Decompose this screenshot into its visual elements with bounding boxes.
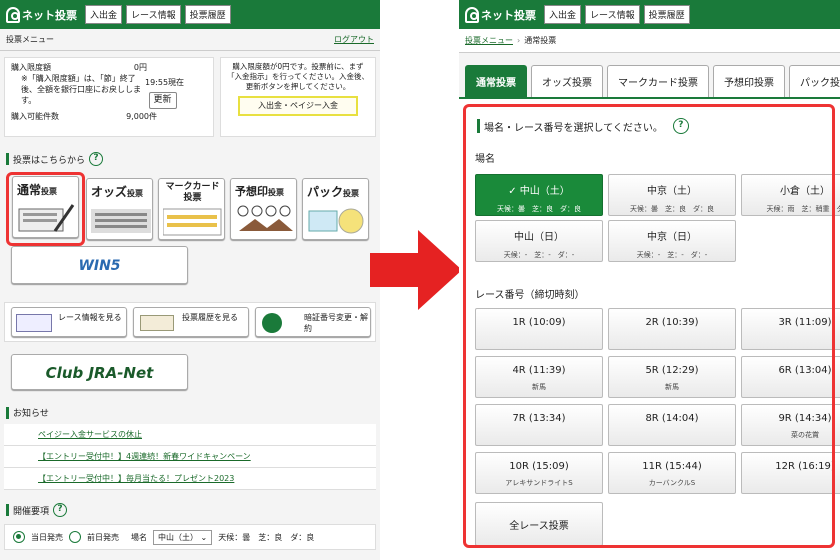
history-button[interactable]: 投票履歴 [643,5,690,24]
normal-vote-highlight [6,172,85,246]
history-link-label: 投票履歴を見る [182,313,238,322]
limit-value: 0円 [133,63,147,72]
club-jra-net-button[interactable]: Club JRA-Net [11,354,188,390]
vote-here-label: 投票はこちらから [13,155,86,166]
markcard-icon [163,208,222,236]
logo-label: ネット投票 [481,8,536,22]
info-text: 購入限度額が0円です。投票前に、まず「入金指示」を行ってください。入金後、更新ボ… [227,62,369,91]
race-table-icon [16,314,52,332]
count-value: 9,000件 [126,112,157,121]
schedule-header: 開催要項 ? [6,503,68,517]
limit-label: 購入限度額 [11,63,51,72]
notice-list: ペイジー入金サービスの休止 【エントリー受付中！】4週連続！新春ワイドキャンペー… [4,424,376,490]
deposit-button[interactable]: 入出金 [85,5,123,24]
notice-header: お知らせ [6,406,49,419]
prediction-marks-icon [237,205,293,231]
venue-select[interactable]: 中山（土） ⌄ [153,529,213,545]
markcard-vote-button[interactable]: マークカード 投票 [158,178,225,240]
menu-bar: 投票メニュー ログアウト [0,29,380,51]
yosoujirushi-vote-button[interactable]: 予想印投票 [230,178,297,240]
race-info-link-label: レース情報を見る [58,313,122,322]
vote-section-header: 投票はこちらから ? [6,152,104,166]
count-label: 購入可能件数 [11,112,59,121]
win5-button[interactable]: WIN5 [11,246,188,284]
left-panel: ネット投票 入出金 レース情報 投票履歴 投票メニュー ログアウト 購入限度額 0… [0,0,380,560]
help-icon[interactable]: ? [53,503,68,517]
notice-link[interactable]: 【エントリー受付中！】4週連続！新春ワイドキャンペーン [38,451,251,462]
club-jra-net-label: Club JRA-Net [45,364,154,382]
header-bar: ネット投票 入出金 レース情報 投票履歴 [0,0,380,29]
tab-normal[interactable]: 通常投票 [465,65,527,97]
section-bar [6,406,9,419]
weather-text: 天候：曇 芝：良 ダ：良 [218,532,315,542]
limit-box: 購入限度額 0円 ※「購入限度額」は、「節」終了後、全額を銀行口座にお戻しします。… [4,57,214,137]
radio-prev[interactable] [69,531,81,543]
limit-note: ※「購入限度額」は、「節」終了後、全額を銀行口座にお戻しします。 [21,74,141,105]
notice-item: 【エントリー受付中！】毎月当たる！プレゼント2023 [4,468,376,490]
radio-today-label: 当日発売 [31,532,63,542]
chevron-right-icon: › [517,36,521,45]
logout-link[interactable]: ログアウト [334,34,374,45]
section-bar [6,504,9,516]
radio-today[interactable] [13,531,25,543]
pack-icon [308,208,364,234]
race-info-button[interactable]: レース情報 [585,5,640,24]
tab-pack[interactable]: パック投票 [789,65,840,97]
breadcrumb-menu-link[interactable]: 投票メニュー [465,35,513,46]
jra-logo[interactable]: ネット投票 [465,6,536,23]
yosoujirushi-vote-title: 予想印投票 [235,185,284,198]
pin-link-label: 暗証番号変更・解約 [304,313,368,333]
section-bar [6,153,9,165]
deposit-payeasy-button[interactable]: 入出金・ペイジー入金 [238,96,358,116]
venue-label: 場名 [131,532,147,542]
tab-odds[interactable]: オッズ投票 [531,65,603,97]
info-box: 購入限度額が0円です。投票前に、まず「入金指示」を行ってください。入金後、更新ボ… [220,57,376,137]
markcard-vote-title: マークカード 投票 [165,182,220,203]
breadcrumb-current: 通常投票 [524,36,557,45]
win5-label: WIN5 [78,258,121,274]
jra-horseshoe-icon [465,6,479,23]
deposit-button[interactable]: 入出金 [544,5,582,24]
notice-link[interactable]: ペイジー入金サービスの休止 [38,429,142,440]
race-info-button[interactable]: レース情報 [126,5,181,24]
right-panel: ネット投票 入出金 レース情報 投票履歴 投票メニュー › 通常投票 通常投票 … [459,0,840,560]
tab-markcard[interactable]: マークカード投票 [607,65,709,97]
ticket-icon [140,315,174,331]
tab-yosoujirushi[interactable]: 予想印投票 [713,65,785,97]
race-info-link-button[interactable]: レース情報を見る [11,307,127,337]
notice-link[interactable]: 【エントリー受付中！】毎月当たる！プレゼント2023 [38,473,234,484]
schedule-title: 開催要項 [13,506,50,517]
jra-logo[interactable]: ネット投票 [6,6,77,23]
pin-link-button[interactable]: 暗証番号変更・解約 [255,307,371,337]
selection-highlight [463,104,835,548]
history-button[interactable]: 投票履歴 [184,5,231,24]
help-icon[interactable]: ? [89,152,104,166]
menu-label: 投票メニュー [6,35,54,44]
refresh-button[interactable]: 更新 [148,92,177,109]
right-arrow-icon [370,230,462,310]
pack-vote-button[interactable]: パック投票 [302,178,369,240]
vote-tabs: 通常投票 オッズ投票 マークカード投票 予想印投票 パック投票 [459,53,840,99]
breadcrumb: 投票メニュー › 通常投票 [459,29,840,53]
notice-item: ペイジー入金サービスの休止 [4,424,376,446]
pack-vote-title: パック投票 [307,185,360,199]
time-label: 19:55現在 [145,78,185,87]
odds-vote-title: オッズ投票 [91,185,144,199]
header-bar: ネット投票 入出金 レース情報 投票履歴 [459,0,840,29]
user-icon [262,313,282,333]
radio-prev-label: 前日発売 [87,532,119,542]
notice-title: お知らせ [13,409,49,419]
odds-board-icon [91,209,151,233]
notice-item: 【エントリー受付中！】4週連続！新春ワイドキャンペーン [4,446,376,468]
history-link-button[interactable]: 投票履歴を見る [133,307,249,337]
logo-label: ネット投票 [22,8,77,22]
jra-horseshoe-icon [6,6,20,23]
odds-vote-button[interactable]: オッズ投票 [86,178,153,240]
schedule-bar: 当日発売 前日発売 場名 中山（土） ⌄ 天候：曇 芝：良 ダ：良 [4,524,376,550]
